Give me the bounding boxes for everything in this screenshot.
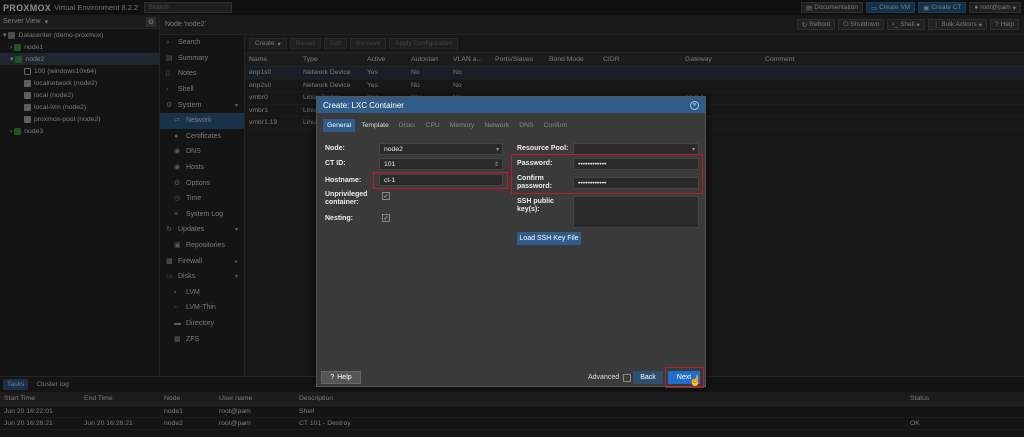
ssh-key-label: SSH public key(s):: [517, 198, 554, 213]
ctid-value: 101: [384, 160, 396, 168]
node-label: Node:: [325, 145, 345, 152]
tab-template[interactable]: Template: [357, 119, 393, 132]
back-button[interactable]: Back: [633, 371, 663, 384]
spinner-icon[interactable]: ⇕: [494, 161, 499, 168]
dialog-tabs: General Template Disks CPU Memory Networ…: [317, 116, 705, 135]
tab-cpu[interactable]: CPU: [421, 119, 443, 132]
tab-dns[interactable]: DNS: [515, 119, 537, 132]
tab-network[interactable]: Network: [480, 119, 513, 132]
advanced-checkbox[interactable]: [623, 374, 631, 382]
close-icon[interactable]: ✕: [690, 100, 699, 110]
unprivileged-checkbox[interactable]: ✓: [382, 192, 390, 200]
dialog-title-bar: Create: LXC Container ✕: [317, 97, 705, 113]
ctid-label: CT ID:: [325, 160, 346, 167]
hostname-highlight: [373, 172, 508, 189]
create-lxc-dialog: Create: LXC Container ✕ General Template…: [316, 96, 706, 388]
chevron-down-icon: ▾: [691, 146, 695, 153]
dialog-help-label: Help: [337, 374, 352, 381]
tab-disks[interactable]: Disks: [395, 119, 420, 132]
advanced-label: Advanced: [588, 374, 620, 381]
cursor-icon: ☝: [689, 376, 702, 387]
hostname-label: Hostname:: [325, 177, 362, 184]
nesting-label: Nesting:: [325, 215, 353, 222]
ctid-input[interactable]: 101 ⇕: [379, 158, 503, 170]
load-ssh-key-button[interactable]: Load SSH Key File: [517, 232, 581, 245]
dialog-title: Create: LXC Container: [323, 100, 404, 110]
resource-pool-label: Resource Pool:: [517, 145, 569, 152]
tab-confirm[interactable]: Confirm: [540, 119, 572, 132]
nesting-checkbox[interactable]: ✓: [382, 214, 390, 222]
tab-memory[interactable]: Memory: [446, 119, 479, 132]
tab-general[interactable]: General: [323, 119, 356, 132]
help-icon: ?: [330, 374, 335, 381]
dialog-help-button[interactable]: ? Help: [321, 371, 361, 384]
chevron-down-icon: ▾: [495, 146, 499, 153]
ssh-key-input[interactable]: [573, 196, 699, 228]
node-select[interactable]: node2 ▾: [379, 143, 503, 155]
password-highlight: [511, 154, 703, 194]
node-value: node2: [384, 145, 403, 153]
unprivileged-label: Unprivileged container:: [325, 191, 368, 206]
